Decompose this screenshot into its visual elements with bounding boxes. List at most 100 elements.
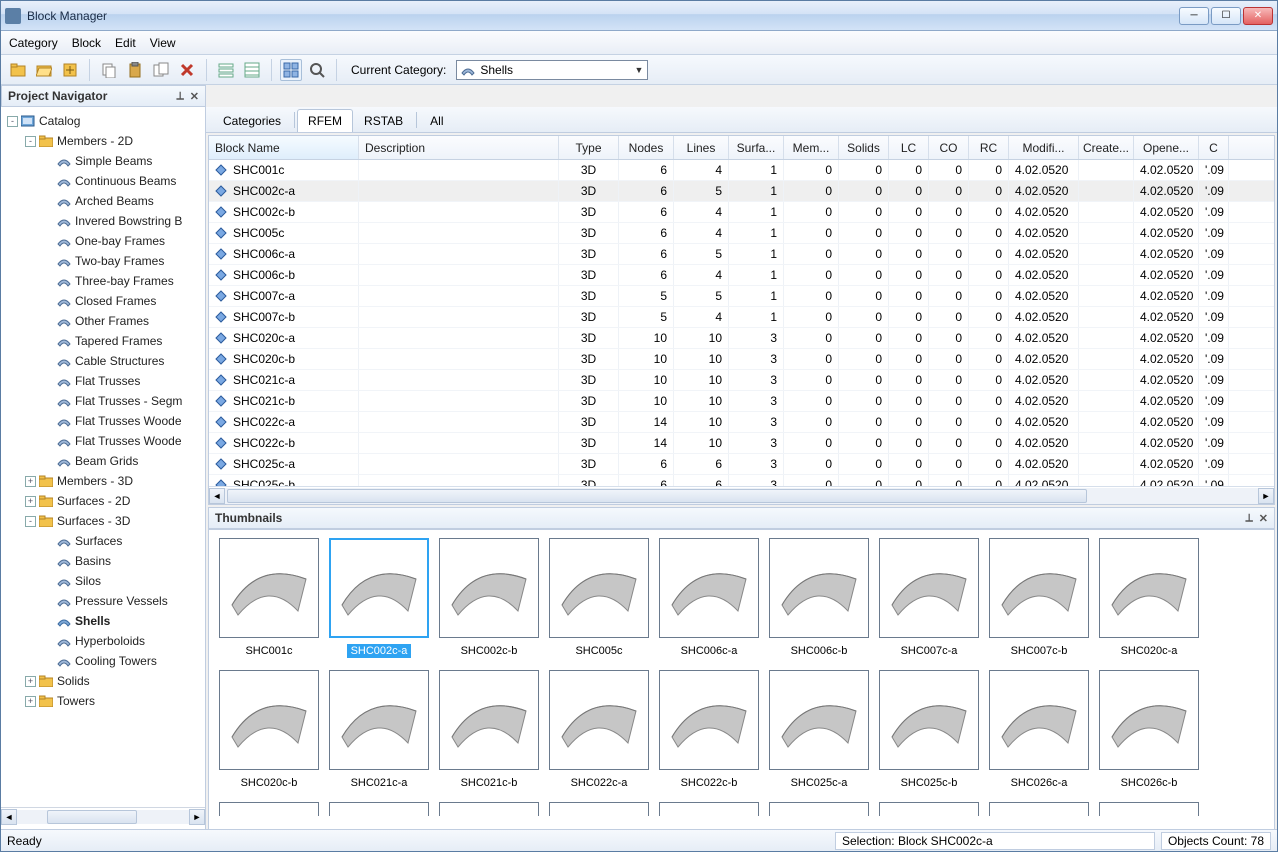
thumbnails-pane[interactable]: SHC001cSHC002c-aSHC002c-bSHC005cSHC006c-… [208, 529, 1275, 849]
expander-icon[interactable]: + [25, 696, 36, 707]
thumbnail-item[interactable]: SHC021c-a [329, 670, 429, 790]
column-solids[interactable]: Solids [839, 136, 889, 159]
navigator-tree[interactable]: -Catalog-Members - 2DSimple BeamsContinu… [1, 107, 205, 807]
column-lc[interactable]: LC [889, 136, 929, 159]
column-name[interactable]: Block Name [209, 136, 359, 159]
table-row[interactable]: SHC002c-a3D651000004.02.05204.02.0520'.0… [209, 181, 1274, 202]
tab-rfem[interactable]: RFEM [297, 109, 353, 132]
tree-item[interactable]: +Surfaces - 2D [1, 491, 205, 511]
tree-horizontal-scrollbar[interactable]: ◄ ► [1, 807, 205, 825]
minimize-button[interactable]: ─ [1179, 7, 1209, 25]
table-row[interactable]: SHC021c-b3D10103000004.02.05204.02.0520'… [209, 391, 1274, 412]
table-row[interactable]: SHC002c-b3D641000004.02.05204.02.0520'.0… [209, 202, 1274, 223]
scroll-left-icon[interactable]: ◄ [209, 488, 225, 504]
tree-item[interactable]: +Towers [1, 691, 205, 711]
column-mem[interactable]: Mem... [784, 136, 839, 159]
column-opene[interactable]: Opene... [1134, 136, 1199, 159]
tree-item[interactable]: Two-bay Frames [1, 251, 205, 271]
table-row[interactable]: SHC005c3D641000004.02.05204.02.0520'.09 [209, 223, 1274, 244]
tree-item[interactable]: Basins [1, 551, 205, 571]
thumbnail-item[interactable]: SHC002c-a [329, 538, 429, 658]
table-row[interactable]: SHC020c-a3D10103000004.02.05204.02.0520'… [209, 328, 1274, 349]
tree-item[interactable]: One-bay Frames [1, 231, 205, 251]
table-row[interactable]: SHC020c-b3D10103000004.02.05204.02.0520'… [209, 349, 1274, 370]
thumbnail-item[interactable]: SHC007c-a [879, 538, 979, 658]
tree-item[interactable]: Continuous Beams [1, 171, 205, 191]
current-category-dropdown[interactable]: Shells ▼ [456, 60, 648, 80]
table-row[interactable]: SHC025c-a3D663000004.02.05204.02.0520'.0… [209, 454, 1274, 475]
tree-item[interactable]: Cooling Towers [1, 651, 205, 671]
tree-item[interactable]: Flat Trusses Woode [1, 411, 205, 431]
expander-icon[interactable]: - [25, 136, 36, 147]
tree-item[interactable]: Arched Beams [1, 191, 205, 211]
tree-item[interactable]: Three-bay Frames [1, 271, 205, 291]
tree-item[interactable]: Tapered Frames [1, 331, 205, 351]
thumbnail-item[interactable]: SHC025c-a [769, 670, 869, 790]
column-co[interactable]: CO [929, 136, 969, 159]
tree-item[interactable]: +Members - 3D [1, 471, 205, 491]
tab-categories[interactable]: Categories [212, 109, 292, 132]
tree-item[interactable]: Flat Trusses - Segm [1, 391, 205, 411]
tree-item[interactable]: Other Frames [1, 311, 205, 331]
tree-item[interactable]: +Solids [1, 671, 205, 691]
duplicate-icon[interactable] [150, 59, 172, 81]
table-row[interactable]: SHC006c-a3D651000004.02.05204.02.0520'.0… [209, 244, 1274, 265]
paste-icon[interactable] [124, 59, 146, 81]
column-c[interactable]: C [1199, 136, 1229, 159]
tree-item[interactable]: Surfaces [1, 531, 205, 551]
thumbnail-item[interactable]: SHC007c-b [989, 538, 1089, 658]
menu-view[interactable]: View [150, 36, 176, 50]
column-surfa[interactable]: Surfa... [729, 136, 784, 159]
table-row[interactable]: SHC022c-b3D14103000004.02.05204.02.0520'… [209, 433, 1274, 454]
panel-close-icon[interactable]: ✕ [190, 90, 199, 103]
tree-item[interactable]: Simple Beams [1, 151, 205, 171]
table-row[interactable]: SHC006c-b3D641000004.02.05204.02.0520'.0… [209, 265, 1274, 286]
thumbnail-item[interactable]: SHC006c-a [659, 538, 759, 658]
scroll-right-icon[interactable]: ► [189, 809, 205, 825]
tree-item[interactable]: Beam Grids [1, 451, 205, 471]
expander-icon[interactable]: - [7, 116, 18, 127]
table-horizontal-scrollbar[interactable]: ◄ ► [209, 486, 1274, 504]
tree-item[interactable]: Pressure Vessels [1, 591, 205, 611]
table-row[interactable]: SHC007c-b3D541000004.02.05204.02.0520'.0… [209, 307, 1274, 328]
menu-edit[interactable]: Edit [115, 36, 136, 50]
column-modif[interactable]: Modifi... [1009, 136, 1079, 159]
thumbnail-item[interactable]: SHC026c-a [989, 670, 1089, 790]
tree-item[interactable]: -Catalog [1, 111, 205, 131]
thumbnail-item[interactable]: SHC022c-b [659, 670, 759, 790]
new-folder-icon[interactable] [7, 59, 29, 81]
tree-item[interactable]: -Members - 2D [1, 131, 205, 151]
maximize-button[interactable]: ☐ [1211, 7, 1241, 25]
close-button[interactable]: ✕ [1243, 7, 1273, 25]
tree-item[interactable]: Shells [1, 611, 205, 631]
expander-icon[interactable]: - [25, 516, 36, 527]
open-folder-icon[interactable] [33, 59, 55, 81]
tree-item[interactable]: Invered Bowstring B [1, 211, 205, 231]
column-desc[interactable]: Description [359, 136, 559, 159]
preview-icon[interactable] [306, 59, 328, 81]
scrollbar-thumb[interactable] [47, 810, 137, 824]
thumbnail-item[interactable]: SHC001c [219, 538, 319, 658]
column-create[interactable]: Create... [1079, 136, 1134, 159]
menu-category[interactable]: Category [9, 36, 58, 50]
thumbnail-item[interactable]: SHC021c-b [439, 670, 539, 790]
options-icon[interactable] [59, 59, 81, 81]
expander-icon[interactable]: + [25, 476, 36, 487]
column-type[interactable]: Type [559, 136, 619, 159]
expander-icon[interactable]: + [25, 496, 36, 507]
table-row[interactable]: SHC021c-a3D10103000004.02.05204.02.0520'… [209, 370, 1274, 391]
thumbnail-item[interactable]: SHC022c-a [549, 670, 649, 790]
pin-icon[interactable]: ⟂ [176, 90, 183, 103]
table-row[interactable]: SHC025c-b3D663000004.02.05204.02.0520'.0… [209, 475, 1274, 486]
pin-icon[interactable]: ⟂ [1245, 512, 1252, 525]
tree-item[interactable]: Closed Frames [1, 291, 205, 311]
list-view-icon[interactable] [215, 59, 237, 81]
tree-item[interactable]: -Surfaces - 3D [1, 511, 205, 531]
panel-close-icon[interactable]: ✕ [1259, 512, 1268, 525]
tab-rstab[interactable]: RSTAB [353, 109, 414, 132]
scrollbar-thumb[interactable] [227, 489, 1087, 503]
tab-all[interactable]: All [419, 109, 454, 132]
thumbnail-view-icon[interactable] [280, 59, 302, 81]
detail-view-icon[interactable] [241, 59, 263, 81]
table-row[interactable]: SHC022c-a3D14103000004.02.05204.02.0520'… [209, 412, 1274, 433]
